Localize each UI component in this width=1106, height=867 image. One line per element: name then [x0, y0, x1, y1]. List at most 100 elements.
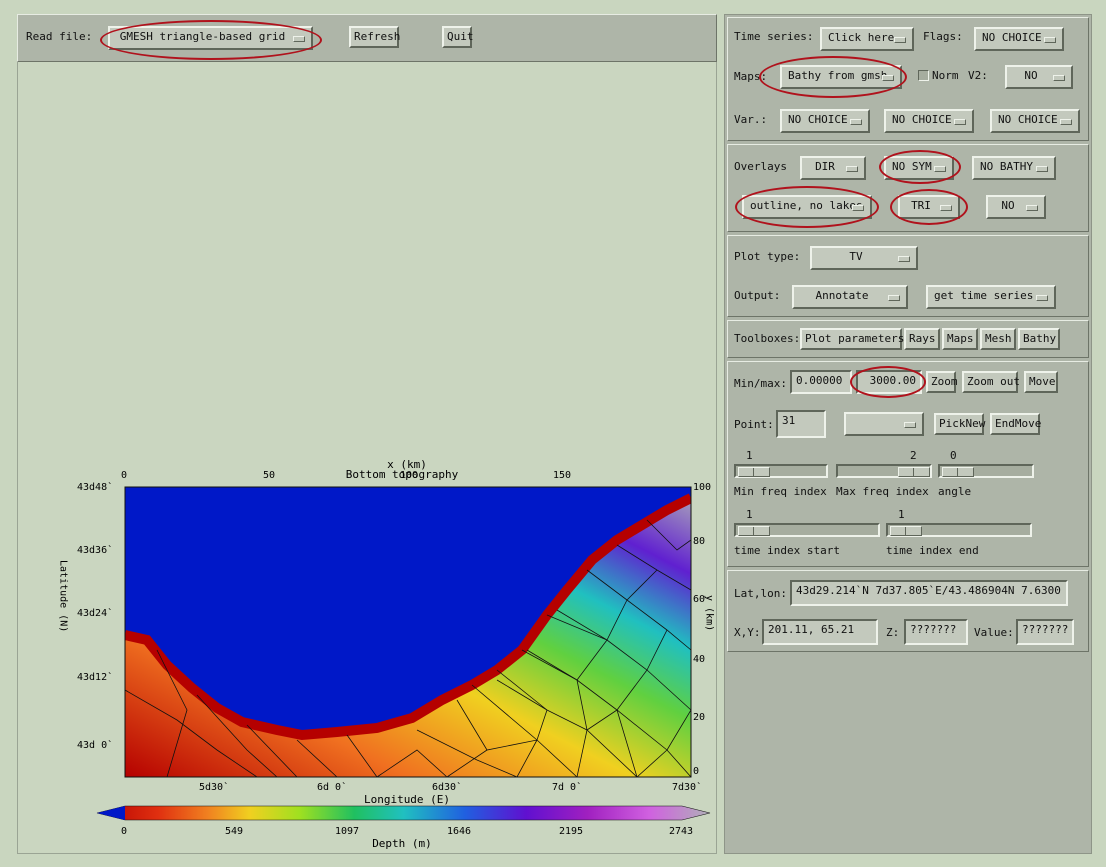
- colorbar-tick: 1646: [447, 826, 471, 837]
- var-label: Var.:: [734, 113, 768, 126]
- angle-slider[interactable]: [938, 464, 1034, 478]
- time-end-label: time index end: [886, 544, 979, 557]
- y2-tick-label: 100: [693, 482, 711, 493]
- plot-type-select[interactable]: TV: [810, 246, 918, 270]
- y2-axis-label: y (km): [704, 595, 715, 631]
- point-input[interactable]: 31: [776, 410, 826, 438]
- y-axis-label: Latitude (N): [58, 560, 69, 632]
- y2-tick-label: 80: [693, 536, 705, 547]
- x2-tick-label: 150: [553, 470, 571, 481]
- var-select-3[interactable]: NO CHOICE: [990, 109, 1080, 133]
- x2-tick-label: 100: [400, 470, 418, 481]
- var-select-2[interactable]: NO CHOICE: [884, 109, 974, 133]
- picknew-button[interactable]: PickNew: [934, 413, 985, 435]
- zoom-button[interactable]: Zoom: [926, 371, 958, 393]
- slider-thumb[interactable]: [890, 526, 922, 536]
- xy-input[interactable]: 201.11, 65.21: [762, 619, 878, 645]
- point-label: Point:: [734, 418, 774, 431]
- y2-tick-label: 40: [693, 654, 705, 665]
- x-tick-label: 7d 0`: [552, 781, 582, 793]
- y2-tick-label: 0: [693, 766, 699, 777]
- tri-select[interactable]: TRI: [898, 195, 960, 219]
- slider-thumb[interactable]: [738, 467, 770, 477]
- xy-label: X,Y:: [734, 626, 761, 639]
- rays-button[interactable]: Rays: [904, 328, 940, 350]
- var-select-1[interactable]: NO CHOICE: [780, 109, 870, 133]
- outline-select[interactable]: outline, no lakes: [742, 195, 872, 219]
- colorbar: [96, 805, 711, 821]
- flags-select[interactable]: NO CHOICE: [974, 27, 1064, 51]
- flags-label: Flags:: [923, 30, 963, 43]
- min-freq-slider[interactable]: [734, 464, 828, 478]
- read-file-select[interactable]: GMESH triangle-based grid: [108, 26, 313, 50]
- colorbar-tick: 549: [225, 826, 243, 837]
- angle-label: angle: [938, 485, 972, 498]
- sym-select[interactable]: NO SYM: [884, 156, 954, 180]
- slider-thumb[interactable]: [942, 467, 974, 477]
- min-freq-value: 1: [746, 449, 753, 462]
- time-end-value: 1: [898, 508, 905, 521]
- y-tick-label: 43d 0`: [77, 739, 113, 751]
- y-tick-label: 43d48`: [77, 481, 113, 493]
- time-start-label: time index start: [734, 544, 840, 557]
- time-series-label: Time series:: [734, 30, 814, 43]
- refresh-button[interactable]: Refresh: [349, 26, 400, 48]
- value-label: Value:: [974, 626, 1014, 639]
- colorbar-label: Depth (m): [372, 837, 432, 850]
- quit-button[interactable]: Quit: [442, 26, 474, 48]
- endmove-button[interactable]: EndMove: [990, 413, 1041, 435]
- toolboxes-label: Toolboxes:: [734, 332, 801, 345]
- x-tick-label: 7d30`: [672, 781, 702, 793]
- x-tick-label: 6d30`: [432, 781, 462, 793]
- time-start-slider[interactable]: [734, 523, 880, 537]
- min-input[interactable]: 0.00000: [790, 370, 852, 394]
- dir-select[interactable]: DIR: [800, 156, 866, 180]
- value-input[interactable]: ???????: [1016, 619, 1074, 645]
- time-end-slider[interactable]: [886, 523, 1032, 537]
- bathy-button[interactable]: Bathy: [1018, 328, 1060, 350]
- mesh-button[interactable]: Mesh: [980, 328, 1016, 350]
- plot-type-label: Plot type:: [734, 250, 801, 263]
- norm-checkbox[interactable]: [918, 70, 929, 81]
- maps-label: Maps:: [734, 70, 768, 83]
- y-tick-label: 43d24`: [77, 607, 113, 619]
- colorbar-tick: 0: [121, 826, 127, 837]
- colorbar-tick: 2195: [559, 826, 583, 837]
- norm-label: Norm: [932, 69, 959, 82]
- get-series-select[interactable]: get time series: [926, 285, 1056, 309]
- latlon-label: Lat,lon:: [734, 587, 787, 600]
- map-area: [125, 487, 691, 777]
- slider-thumb[interactable]: [738, 526, 770, 536]
- slider-thumb[interactable]: [898, 467, 930, 477]
- v2-select[interactable]: NO: [1005, 65, 1073, 89]
- y-tick-label: 43d12`: [77, 671, 113, 683]
- colorbar-tick: 2743: [669, 826, 693, 837]
- zoom-out-button[interactable]: Zoom out: [962, 371, 1020, 393]
- x-tick-label: 6d 0`: [317, 781, 347, 793]
- bathymetry-plot[interactable]: x (km) Bottom topography 43d48` 43d36` 4…: [17, 450, 717, 850]
- read-file-label: Read file:: [26, 30, 93, 43]
- x2-tick-label: 50: [263, 470, 275, 481]
- bathy-overlay-select[interactable]: NO BATHY: [972, 156, 1056, 180]
- z-label: Z:: [886, 626, 900, 639]
- point-select[interactable]: [844, 412, 924, 436]
- minmax-label: Min/max:: [734, 377, 787, 390]
- output-select[interactable]: Annotate: [792, 285, 908, 309]
- max-input[interactable]: 3000.00: [856, 370, 922, 394]
- plot-parameters-button[interactable]: Plot parameters: [800, 328, 904, 350]
- output-label: Output:: [734, 289, 781, 302]
- x2-tick-label: 0: [121, 470, 127, 481]
- maps-button[interactable]: Maps: [942, 328, 978, 350]
- z-input[interactable]: ???????: [904, 619, 968, 645]
- time-series-select[interactable]: Click here: [820, 27, 914, 51]
- maps-select[interactable]: Bathy from gmsh: [780, 65, 902, 89]
- no-overlay-select[interactable]: NO: [986, 195, 1046, 219]
- max-freq-label: Max freq index: [836, 485, 929, 498]
- move-button[interactable]: Move: [1024, 371, 1058, 393]
- max-freq-value: 2: [910, 449, 917, 462]
- max-freq-slider[interactable]: [836, 464, 932, 478]
- latlon-input[interactable]: 43d29.214`N 7d37.805`E/43.486904N 7.6300: [790, 580, 1068, 606]
- angle-value: 0: [950, 449, 957, 462]
- colorbar-tick: 1097: [335, 826, 359, 837]
- v2-label: V2:: [968, 69, 988, 82]
